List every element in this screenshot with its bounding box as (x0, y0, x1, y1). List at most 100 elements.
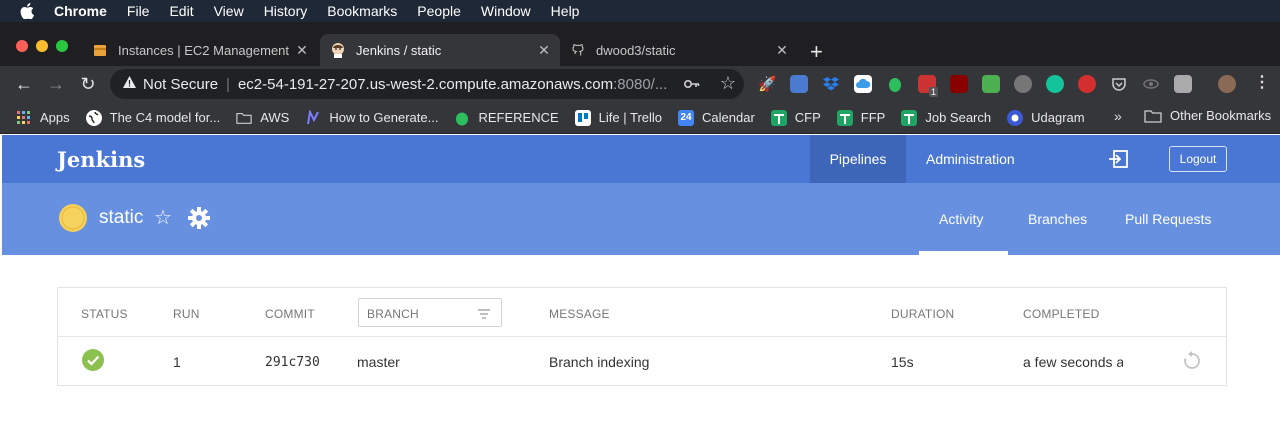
tab-activity[interactable]: Activity (939, 211, 983, 227)
aws-box-icon (92, 42, 108, 58)
minimize-window-button[interactable] (36, 40, 48, 52)
grammar-extension-icon[interactable] (1014, 75, 1032, 93)
close-tab-icon[interactable]: ✕ (292, 42, 312, 59)
menu-bookmarks[interactable]: Bookmarks (327, 3, 397, 19)
maximize-window-button[interactable] (56, 40, 68, 52)
favorite-star-icon[interactable]: ☆ (154, 205, 172, 230)
bookmark-reference[interactable]: REFERENCE (454, 110, 559, 126)
sheets-icon (836, 109, 853, 126)
bookmark-star-icon[interactable]: ☆ (720, 73, 736, 94)
url-host: ec2-54-191-27-207.us-west-2.compute.amaz… (237, 75, 614, 93)
close-window-button[interactable] (16, 40, 28, 52)
bookmark-label: Life | Trello (598, 110, 663, 125)
other-bookmarks-label: Other Bookmarks (1170, 108, 1272, 123)
tab-jenkins-static[interactable]: Jenkins / static ✕ (320, 34, 560, 66)
translate-extension-icon[interactable] (790, 75, 808, 93)
column-header-completed: COMPLETED (1023, 307, 1100, 321)
nav-administration[interactable]: Administration (926, 151, 1015, 167)
warning-triangle-icon[interactable] (122, 75, 137, 93)
url-text[interactable]: ec2-54-191-27-207.us-west-2.compute.amaz… (238, 76, 676, 93)
pocket-extension-icon[interactable] (1110, 75, 1128, 93)
address-bar[interactable]: Not Secure | ec2-54-191-27-207.us-west-2… (110, 69, 744, 99)
security-status[interactable]: Not Secure (143, 76, 218, 93)
bookmark-label: How to Generate... (329, 110, 439, 125)
bookmark-label: Apps (40, 110, 70, 125)
vivaldi-extension-icon[interactable] (1078, 75, 1096, 93)
cloud-extension-icon[interactable] (854, 75, 872, 93)
reload-icon[interactable]: ↻ (72, 66, 104, 102)
window-controls (16, 40, 68, 52)
bookmarks-bar: Apps The C4 model for... AWS How to Gene… (0, 102, 1280, 134)
bookmark-c4-model[interactable]: The C4 model for... (85, 109, 220, 126)
menu-edit[interactable]: Edit (169, 3, 193, 19)
bookmark-label: Job Search (925, 110, 992, 125)
bookmark-how-to-generate[interactable]: How to Generate... (305, 109, 439, 126)
bookmark-trello[interactable]: Life | Trello (574, 109, 663, 126)
branch-name: master (357, 354, 400, 370)
browser-tab-strip: Instances | EC2 Management C ✕ Jenkins /… (0, 22, 1280, 66)
more-bookmarks-chevron-icon[interactable]: » (1114, 108, 1122, 124)
nav-pipelines[interactable]: Pipelines (810, 135, 906, 183)
bookmark-calendar[interactable]: 24 Calendar (678, 109, 755, 126)
menu-view[interactable]: View (214, 3, 244, 19)
tab-pull-requests[interactable]: Pull Requests (1125, 211, 1211, 227)
menu-people[interactable]: People (417, 3, 461, 19)
eye-extension-icon[interactable] (1142, 75, 1160, 93)
column-header-commit: COMMIT (265, 307, 315, 321)
extension-box-icon[interactable] (1174, 75, 1192, 93)
bookmark-label: CFP (794, 110, 821, 125)
bookmark-ffp[interactable]: FFP (836, 109, 885, 126)
bookmark-label: REFERENCE (478, 110, 559, 125)
jenkins-logo[interactable]: Jenkins (57, 147, 145, 172)
bookmark-folder-aws[interactable]: AWS (236, 110, 289, 126)
tab-title: Jenkins / static (356, 42, 442, 58)
apple-logo-icon[interactable] (20, 3, 36, 19)
commit-hash[interactable]: 291c730 (265, 355, 320, 370)
menu-app-name[interactable]: Chrome (54, 3, 107, 19)
column-header-message: MESSAGE (549, 307, 610, 321)
branch-filter-dropdown[interactable]: BRANCH (358, 298, 502, 327)
kebab-menu-icon[interactable]: ⋮ (1254, 72, 1270, 92)
close-tab-icon[interactable]: ✕ (534, 42, 554, 59)
jenkins-icon (330, 42, 346, 58)
xl-extension-icon[interactable] (982, 75, 1000, 93)
key-icon[interactable] (683, 76, 700, 92)
column-header-branch: BRANCH (367, 307, 419, 321)
menu-window[interactable]: Window (481, 3, 531, 19)
logout-button[interactable]: Logout (1169, 146, 1227, 172)
close-tab-icon[interactable]: ✕ (772, 42, 792, 59)
tab-github-repo[interactable]: dwood3/static ✕ (560, 34, 798, 66)
globe-icon (85, 109, 102, 126)
rocket-extension-icon[interactable]: 🚀 (758, 75, 777, 93)
filter-icon (477, 307, 491, 319)
new-tab-button[interactable]: + (810, 39, 823, 65)
bookmark-apps[interactable]: Apps (16, 110, 70, 126)
tab-branches[interactable]: Branches (1028, 211, 1087, 227)
folder-icon (236, 110, 252, 126)
exit-to-classic-icon[interactable] (1108, 150, 1128, 168)
menu-history[interactable]: History (264, 3, 308, 19)
bookmark-label: Calendar (702, 110, 755, 125)
bookmark-udagram[interactable]: Udagram (1007, 109, 1085, 126)
bookmark-job-search[interactable]: Job Search (901, 109, 992, 126)
run-completed-time: a few seconds ago (1023, 354, 1123, 370)
dropbox-extension-icon[interactable] (822, 75, 840, 93)
other-bookmarks-folder[interactable]: Other Bookmarks (1144, 108, 1271, 123)
ublock-extension-icon[interactable] (950, 75, 968, 93)
back-arrow-icon[interactable]: ← (8, 66, 40, 102)
grammarly-extension-icon[interactable] (1046, 75, 1064, 93)
bookmark-cfp[interactable]: CFP (770, 109, 821, 126)
bookmark-label: AWS (260, 110, 290, 125)
menu-file[interactable]: File (127, 3, 150, 19)
settings-gear-icon[interactable] (188, 207, 210, 229)
menu-help[interactable]: Help (551, 3, 580, 19)
run-message: Branch indexing (549, 354, 650, 370)
replay-icon[interactable] (1182, 351, 1202, 371)
evernote-extension-icon[interactable] (886, 75, 904, 93)
runs-table: STATUS RUN COMMIT BRANCH MESSAGE DURATIO… (57, 287, 1227, 386)
profile-avatar[interactable] (1218, 75, 1236, 93)
tab-ec2-instances[interactable]: Instances | EC2 Management C ✕ (82, 34, 318, 66)
tab-title: Instances | EC2 Management C (118, 42, 292, 58)
github-icon (570, 42, 586, 58)
forward-arrow-icon[interactable]: → (40, 66, 72, 102)
